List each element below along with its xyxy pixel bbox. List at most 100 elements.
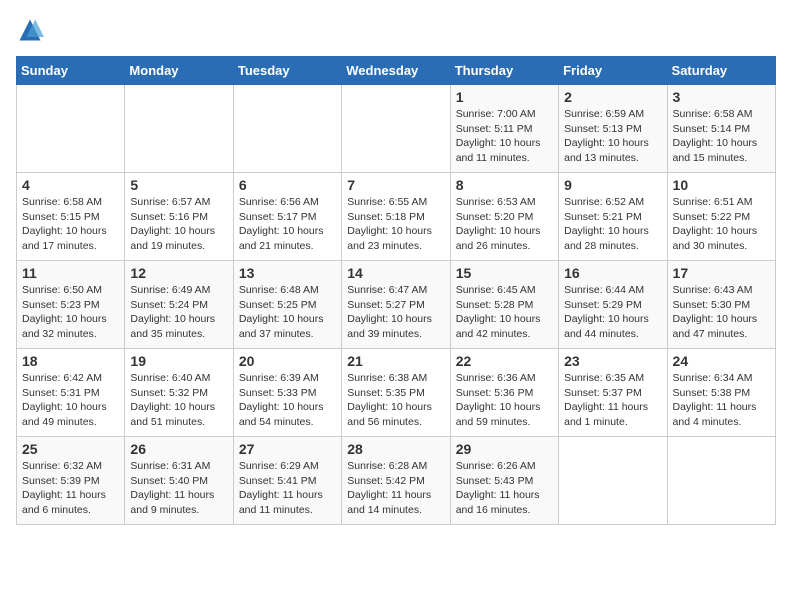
- day-number: 4: [22, 177, 119, 193]
- calendar-day-cell: 3 Sunrise: 6:58 AM Sunset: 5:14 PM Daylig…: [667, 85, 775, 173]
- day-info: Sunrise: 6:56 AM Sunset: 5:17 PM Dayligh…: [239, 195, 336, 254]
- calendar-day-cell: [233, 85, 341, 173]
- day-info: Sunrise: 6:45 AM Sunset: 5:28 PM Dayligh…: [456, 283, 553, 342]
- calendar-day-cell: 28 Sunrise: 6:28 AM Sunset: 5:42 PM Dayli…: [342, 437, 450, 525]
- day-info: Sunrise: 6:49 AM Sunset: 5:24 PM Dayligh…: [130, 283, 227, 342]
- calendar-day-cell: 12 Sunrise: 6:49 AM Sunset: 5:24 PM Dayli…: [125, 261, 233, 349]
- day-number: 8: [456, 177, 553, 193]
- calendar-day-cell: [559, 437, 667, 525]
- calendar-day-cell: 7 Sunrise: 6:55 AM Sunset: 5:18 PM Daylig…: [342, 173, 450, 261]
- calendar-week-row: 4 Sunrise: 6:58 AM Sunset: 5:15 PM Daylig…: [17, 173, 776, 261]
- day-number: 3: [673, 89, 770, 105]
- day-info: Sunrise: 6:55 AM Sunset: 5:18 PM Dayligh…: [347, 195, 444, 254]
- day-info: Sunrise: 6:26 AM Sunset: 5:43 PM Dayligh…: [456, 459, 553, 518]
- calendar-week-row: 1 Sunrise: 7:00 AM Sunset: 5:11 PM Daylig…: [17, 85, 776, 173]
- day-number: 16: [564, 265, 661, 281]
- day-info: Sunrise: 6:59 AM Sunset: 5:13 PM Dayligh…: [564, 107, 661, 166]
- day-number: 7: [347, 177, 444, 193]
- weekday-header: Sunday: [17, 57, 125, 85]
- calendar-day-cell: 5 Sunrise: 6:57 AM Sunset: 5:16 PM Daylig…: [125, 173, 233, 261]
- calendar-day-cell: 29 Sunrise: 6:26 AM Sunset: 5:43 PM Dayli…: [450, 437, 558, 525]
- day-number: 1: [456, 89, 553, 105]
- day-info: Sunrise: 6:32 AM Sunset: 5:39 PM Dayligh…: [22, 459, 119, 518]
- day-info: Sunrise: 6:47 AM Sunset: 5:27 PM Dayligh…: [347, 283, 444, 342]
- day-info: Sunrise: 6:58 AM Sunset: 5:14 PM Dayligh…: [673, 107, 770, 166]
- day-number: 17: [673, 265, 770, 281]
- day-number: 22: [456, 353, 553, 369]
- calendar-day-cell: 9 Sunrise: 6:52 AM Sunset: 5:21 PM Daylig…: [559, 173, 667, 261]
- day-info: Sunrise: 6:50 AM Sunset: 5:23 PM Dayligh…: [22, 283, 119, 342]
- day-info: Sunrise: 7:00 AM Sunset: 5:11 PM Dayligh…: [456, 107, 553, 166]
- calendar-day-cell: [342, 85, 450, 173]
- day-number: 20: [239, 353, 336, 369]
- calendar-day-cell: 8Sunrise: 6:53 AM Sunset: 5:20 PM Daylig…: [450, 173, 558, 261]
- day-info: Sunrise: 6:44 AM Sunset: 5:29 PM Dayligh…: [564, 283, 661, 342]
- day-info: Sunrise: 6:36 AM Sunset: 5:36 PM Dayligh…: [456, 371, 553, 430]
- day-info: Sunrise: 6:28 AM Sunset: 5:42 PM Dayligh…: [347, 459, 444, 518]
- day-number: 9: [564, 177, 661, 193]
- day-info: Sunrise: 6:57 AM Sunset: 5:16 PM Dayligh…: [130, 195, 227, 254]
- day-number: 6: [239, 177, 336, 193]
- day-number: 23: [564, 353, 661, 369]
- calendar-day-cell: 23 Sunrise: 6:35 AM Sunset: 5:37 PM Dayli…: [559, 349, 667, 437]
- calendar-day-cell: 18Sunrise: 6:42 AM Sunset: 5:31 PM Dayli…: [17, 349, 125, 437]
- day-number: 27: [239, 441, 336, 457]
- logo-icon: [16, 16, 44, 44]
- day-info: Sunrise: 6:35 AM Sunset: 5:37 PM Dayligh…: [564, 371, 661, 430]
- day-info: Sunrise: 6:42 AM Sunset: 5:31 PM Dayligh…: [22, 371, 119, 430]
- calendar-day-cell: 26 Sunrise: 6:31 AM Sunset: 5:40 PM Dayli…: [125, 437, 233, 525]
- calendar-day-cell: 20 Sunrise: 6:39 AM Sunset: 5:33 PM Dayli…: [233, 349, 341, 437]
- calendar-day-cell: 19 Sunrise: 6:40 AM Sunset: 5:32 PM Dayli…: [125, 349, 233, 437]
- calendar-day-cell: 27 Sunrise: 6:29 AM Sunset: 5:41 PM Dayli…: [233, 437, 341, 525]
- calendar-day-cell: 25 Sunrise: 6:32 AM Sunset: 5:39 PM Dayli…: [17, 437, 125, 525]
- calendar-day-cell: 10 Sunrise: 6:51 AM Sunset: 5:22 PM Dayli…: [667, 173, 775, 261]
- calendar-day-cell: [17, 85, 125, 173]
- day-number: 29: [456, 441, 553, 457]
- day-info: Sunrise: 6:31 AM Sunset: 5:40 PM Dayligh…: [130, 459, 227, 518]
- day-number: 26: [130, 441, 227, 457]
- weekday-header: Saturday: [667, 57, 775, 85]
- calendar-day-cell: 4 Sunrise: 6:58 AM Sunset: 5:15 PM Daylig…: [17, 173, 125, 261]
- day-number: 2: [564, 89, 661, 105]
- logo: [16, 16, 48, 44]
- calendar-day-cell: 24 Sunrise: 6:34 AM Sunset: 5:38 PM Dayli…: [667, 349, 775, 437]
- weekday-header: Thursday: [450, 57, 558, 85]
- day-info: Sunrise: 6:48 AM Sunset: 5:25 PM Dayligh…: [239, 283, 336, 342]
- weekday-header: Friday: [559, 57, 667, 85]
- calendar-day-cell: 16 Sunrise: 6:44 AM Sunset: 5:29 PM Dayli…: [559, 261, 667, 349]
- page-header: [16, 16, 776, 44]
- day-number: 12: [130, 265, 227, 281]
- day-number: 5: [130, 177, 227, 193]
- day-number: 24: [673, 353, 770, 369]
- weekday-header: Tuesday: [233, 57, 341, 85]
- calendar-day-cell: 1 Sunrise: 7:00 AM Sunset: 5:11 PM Daylig…: [450, 85, 558, 173]
- weekday-header: Wednesday: [342, 57, 450, 85]
- calendar-week-row: 11 Sunrise: 6:50 AM Sunset: 5:23 PM Dayli…: [17, 261, 776, 349]
- calendar-day-cell: 14 Sunrise: 6:47 AM Sunset: 5:27 PM Dayli…: [342, 261, 450, 349]
- day-number: 13: [239, 265, 336, 281]
- day-info: Sunrise: 6:29 AM Sunset: 5:41 PM Dayligh…: [239, 459, 336, 518]
- calendar-day-cell: 21Sunrise: 6:38 AM Sunset: 5:35 PM Dayli…: [342, 349, 450, 437]
- calendar-day-cell: [667, 437, 775, 525]
- day-number: 10: [673, 177, 770, 193]
- day-number: 14: [347, 265, 444, 281]
- calendar-day-cell: 11 Sunrise: 6:50 AM Sunset: 5:23 PM Dayli…: [17, 261, 125, 349]
- day-number: 25: [22, 441, 119, 457]
- calendar-day-cell: [125, 85, 233, 173]
- day-info: Sunrise: 6:40 AM Sunset: 5:32 PM Dayligh…: [130, 371, 227, 430]
- calendar-day-cell: 2 Sunrise: 6:59 AM Sunset: 5:13 PM Daylig…: [559, 85, 667, 173]
- calendar-day-cell: 13 Sunrise: 6:48 AM Sunset: 5:25 PM Dayli…: [233, 261, 341, 349]
- day-info: Sunrise: 6:52 AM Sunset: 5:21 PM Dayligh…: [564, 195, 661, 254]
- calendar-day-cell: 15Sunrise: 6:45 AM Sunset: 5:28 PM Dayli…: [450, 261, 558, 349]
- day-info: Sunrise: 6:34 AM Sunset: 5:38 PM Dayligh…: [673, 371, 770, 430]
- calendar-week-row: 25 Sunrise: 6:32 AM Sunset: 5:39 PM Dayli…: [17, 437, 776, 525]
- day-info: Sunrise: 6:58 AM Sunset: 5:15 PM Dayligh…: [22, 195, 119, 254]
- day-number: 11: [22, 265, 119, 281]
- day-info: Sunrise: 6:51 AM Sunset: 5:22 PM Dayligh…: [673, 195, 770, 254]
- day-info: Sunrise: 6:43 AM Sunset: 5:30 PM Dayligh…: [673, 283, 770, 342]
- day-info: Sunrise: 6:39 AM Sunset: 5:33 PM Dayligh…: [239, 371, 336, 430]
- day-number: 19: [130, 353, 227, 369]
- calendar-day-cell: 6 Sunrise: 6:56 AM Sunset: 5:17 PM Daylig…: [233, 173, 341, 261]
- calendar-day-cell: 22 Sunrise: 6:36 AM Sunset: 5:36 PM Dayli…: [450, 349, 558, 437]
- day-number: 28: [347, 441, 444, 457]
